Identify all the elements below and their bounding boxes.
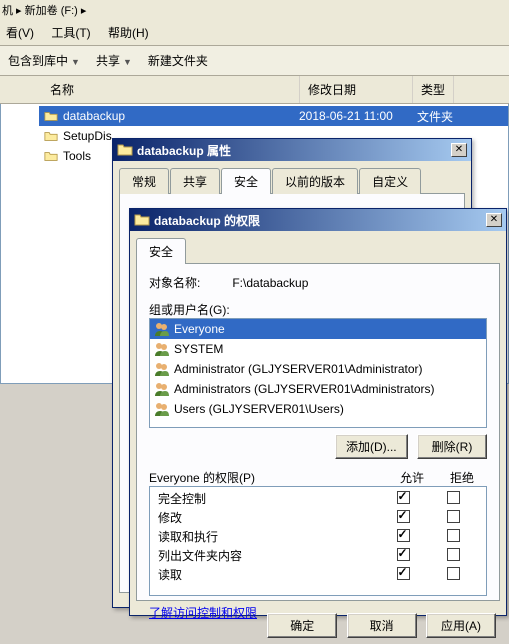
groups-listbox[interactable]: Everyone SYSTEM Administrator (GLJYSERVER0… (149, 318, 487, 428)
deny-checkbox[interactable] (447, 548, 460, 561)
learn-more-link[interactable]: 了解访问控制和权限 (149, 604, 257, 621)
menu-help[interactable]: 帮助(H) (108, 26, 149, 40)
close-button[interactable]: ✕ (486, 213, 502, 227)
group-item[interactable]: SYSTEM (150, 339, 486, 359)
user-icon (154, 341, 170, 357)
titlebar[interactable]: databackup 的权限 ✕ (130, 209, 506, 231)
deny-checkbox[interactable] (447, 491, 460, 504)
path-bar: 机 ▸ 新加卷 (F:) ▸ (0, 0, 509, 20)
tab[interactable]: 自定义 (359, 168, 421, 194)
permission-name: 完全控制 (158, 490, 378, 507)
allow-checkbox[interactable] (397, 529, 410, 542)
permission-row: 修改 (150, 508, 486, 527)
permission-name: 读取 (158, 566, 378, 583)
group-name: Administrator (GLJYSERVER01\Administrato… (174, 362, 423, 376)
group-name: Administrators (GLJYSERVER01\Administrat… (174, 382, 435, 396)
column-headers: 名称 修改日期 类型 (0, 76, 509, 104)
toolbar-include[interactable]: 包含到库中▼ (8, 52, 80, 69)
col-type[interactable]: 类型 (413, 76, 454, 103)
tab[interactable]: 共享 (170, 168, 220, 194)
toolbar: 包含到库中▼ 共享▼ 新建文件夹 (0, 46, 509, 76)
permissions-dialog: databackup 的权限 ✕ 安全 对象名称: F:\databackup … (129, 208, 507, 616)
allow-checkbox[interactable] (397, 567, 410, 580)
allow-checkbox[interactable] (397, 491, 410, 504)
tab-panel: 对象名称: F:\databackup 组或用户名(G): Everyone SY… (136, 263, 500, 601)
group-item[interactable]: Administrator (GLJYSERVER01\Administrato… (150, 359, 486, 379)
permissions-listbox[interactable]: 完全控制修改读取和执行列出文件夹内容读取 (149, 486, 487, 596)
menu-view[interactable]: 看(V) (6, 26, 34, 40)
file-name: databackup (63, 109, 299, 123)
permission-row: 列出文件夹内容 (150, 546, 486, 565)
folder-icon (43, 148, 59, 164)
groups-label: 组或用户名(G): (149, 301, 487, 318)
permission-row: 完全控制 (150, 489, 486, 508)
tab[interactable]: 以前的版本 (272, 168, 358, 194)
group-name: Everyone (174, 322, 225, 336)
object-name-value: F:\databackup (232, 276, 308, 290)
menu-tools[interactable]: 工具(T) (51, 26, 90, 40)
add-button[interactable]: 添加(D)... (335, 434, 408, 459)
cancel-button[interactable]: 取消 (347, 613, 417, 638)
deny-checkbox[interactable] (447, 567, 460, 580)
group-item[interactable]: Everyone (150, 319, 486, 339)
tab-security[interactable]: 安全 (136, 238, 186, 264)
titlebar[interactable]: databackup 属性 ✕ (113, 139, 471, 161)
menu-bar: 看(V) 工具(T) 帮助(H) (0, 20, 509, 46)
toolbar-newfolder[interactable]: 新建文件夹 (148, 52, 208, 69)
user-icon (154, 401, 170, 417)
chevron-down-icon: ▼ (123, 57, 132, 67)
allow-header: 允许 (387, 469, 437, 486)
folder-icon (43, 108, 59, 124)
dialog-title: databackup 的权限 (154, 212, 486, 229)
ok-button[interactable]: 确定 (267, 613, 337, 638)
file-date: 2018-06-21 11:00 (299, 109, 417, 123)
user-icon (154, 321, 170, 337)
allow-checkbox[interactable] (397, 510, 410, 523)
folder-icon (43, 128, 59, 144)
tab-row: 常规共享安全以前的版本自定义 (113, 161, 471, 193)
permission-name: 修改 (158, 509, 378, 526)
permissions-for-label: Everyone 的权限(P) (149, 469, 387, 486)
tab-row: 安全 (130, 231, 506, 263)
group-name: Users (GLJYSERVER01\Users) (174, 402, 344, 416)
folder-icon (117, 142, 133, 158)
file-type: 文件夹 (417, 108, 453, 125)
file-row[interactable]: databackup2018-06-21 11:00文件夹 (39, 106, 508, 126)
permission-name: 读取和执行 (158, 528, 378, 545)
tab[interactable]: 安全 (221, 168, 271, 194)
group-item[interactable]: Administrators (GLJYSERVER01\Administrat… (150, 379, 486, 399)
permission-row: 读取和执行 (150, 527, 486, 546)
group-item[interactable]: Users (GLJYSERVER01\Users) (150, 399, 486, 419)
chevron-down-icon: ▼ (71, 57, 80, 67)
deny-checkbox[interactable] (447, 510, 460, 523)
tab[interactable]: 常规 (119, 168, 169, 194)
group-name: SYSTEM (174, 342, 223, 356)
dialog-title: databackup 属性 (137, 142, 451, 159)
remove-button[interactable]: 删除(R) (417, 434, 487, 459)
col-name[interactable]: 名称 (42, 76, 300, 103)
permission-row: 读取 (150, 565, 486, 584)
user-icon (154, 361, 170, 377)
folder-icon (134, 212, 150, 228)
toolbar-share[interactable]: 共享▼ (96, 52, 132, 69)
deny-checkbox[interactable] (447, 529, 460, 542)
object-name-label: 对象名称: (149, 274, 229, 291)
allow-checkbox[interactable] (397, 548, 410, 561)
deny-header: 拒绝 (437, 469, 487, 486)
col-date[interactable]: 修改日期 (300, 76, 413, 103)
apply-button[interactable]: 应用(A) (426, 613, 496, 638)
user-icon (154, 381, 170, 397)
permission-name: 列出文件夹内容 (158, 547, 378, 564)
close-button[interactable]: ✕ (451, 143, 467, 157)
